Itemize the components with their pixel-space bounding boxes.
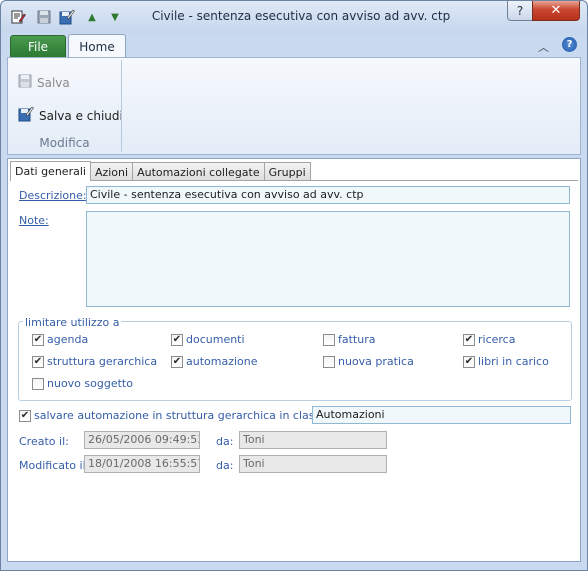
checkbox-nuova-pratica[interactable]: nuova pratica <box>323 355 414 368</box>
minimize-ribbon-icon[interactable]: ︿ <box>538 39 549 55</box>
save-and-close-button-label: Salva e chiudi <box>39 108 123 123</box>
created-date-field: 26/05/2006 09:49:53 <box>84 431 200 449</box>
created-by-label: da: <box>216 435 234 448</box>
window-title: Civile - sentenza esecutiva con avviso a… <box>151 9 451 23</box>
checkbox-libri-in-carico[interactable]: ✔ libri in carico <box>463 355 549 368</box>
save-and-close-button[interactable]: Salva e chiudi <box>18 106 123 125</box>
checkbox-documenti-box[interactable]: ✔ <box>171 333 183 346</box>
save-button-label: Salva <box>37 75 70 90</box>
ribbon-group-separator <box>121 60 122 152</box>
checkbox-struttura-gerarchica-box[interactable]: ✔ <box>32 355 44 368</box>
checkbox-ricerca-label: ricerca <box>478 333 516 346</box>
tab-dati-generali[interactable]: Dati generali <box>10 161 91 181</box>
ribbon-panel: Salva Salva e chiudi Modifica <box>7 57 581 155</box>
save-button-icon <box>18 74 32 91</box>
checkbox-libri-in-carico-box[interactable]: ✔ <box>463 355 475 368</box>
modified-label: Modificato il: <box>19 459 90 472</box>
checkbox-ricerca[interactable]: ✔ ricerca <box>463 333 515 346</box>
home-tab[interactable]: Home <box>68 34 126 58</box>
checkbox-save-in-class-label: salvare automazione in struttura gerarch… <box>34 409 331 422</box>
tab-divider <box>10 180 578 181</box>
checkbox-struttura-gerarchica-label: struttura gerarchica <box>47 355 158 368</box>
tab-azioni[interactable]: Azioni <box>89 162 134 181</box>
modified-date-field: 18/01/2008 16:55:57 <box>84 455 200 473</box>
checkbox-libri-in-carico-label: libri in carico <box>478 355 549 368</box>
modified-by-field: Toni <box>239 455 387 473</box>
ribbon-help-icon[interactable]: ? <box>562 37 577 52</box>
file-tab[interactable]: File <box>10 35 66 57</box>
checkbox-fattura[interactable]: fattura <box>323 333 375 346</box>
tab-automazioni-collegate[interactable]: Automazioni collegate <box>132 162 265 181</box>
checkbox-fattura-label: fattura <box>338 333 376 346</box>
close-button[interactable]: ✕ <box>532 1 580 21</box>
note-label: Note: <box>19 214 49 227</box>
checkbox-nuovo-soggetto-label: nuovo soggetto <box>47 377 133 390</box>
checkbox-nuovo-soggetto[interactable]: nuovo soggetto <box>32 377 133 390</box>
help-button[interactable]: ? <box>507 1 533 21</box>
checkbox-ricerca-box[interactable]: ✔ <box>463 333 475 346</box>
checkbox-save-in-class[interactable]: ✔ salvare automazione in struttura gerar… <box>19 409 331 422</box>
save-icon[interactable] <box>35 8 53 26</box>
checkbox-automazione-label: automazione <box>186 355 258 368</box>
checkbox-nuova-pratica-box[interactable] <box>323 355 335 368</box>
app-edit-icon[interactable] <box>9 8 27 26</box>
checkbox-nuova-pratica-label: nuova pratica <box>338 355 414 368</box>
descrizione-input[interactable]: Civile - sentenza esecutiva con avviso a… <box>86 186 570 204</box>
checkbox-agenda-box[interactable]: ✔ <box>32 333 44 346</box>
save-and-close-icon[interactable] <box>58 8 76 26</box>
limit-usage-legend: limitare utilizzo a <box>23 316 122 329</box>
created-by-field: Toni <box>239 431 387 449</box>
class-input[interactable]: Automazioni <box>312 406 571 424</box>
ribbon-tab-row: File Home ︿ ? <box>1 33 587 58</box>
form-panel: Dati generali Azioni Automazioni collega… <box>7 158 581 562</box>
checkbox-agenda[interactable]: ✔ agenda <box>32 333 88 346</box>
save-and-close-button-icon <box>18 106 34 125</box>
move-up-icon[interactable]: ▲ <box>83 8 101 26</box>
title-bar: ▲ ▼ Civile - sentenza esecutiva con avvi… <box>1 1 587 33</box>
checkbox-automazione-box[interactable]: ✔ <box>171 355 183 368</box>
checkbox-struttura-gerarchica[interactable]: ✔ struttura gerarchica <box>32 355 157 368</box>
checkbox-agenda-label: agenda <box>47 333 89 346</box>
checkbox-documenti[interactable]: ✔ documenti <box>171 333 245 346</box>
tab-strip: Dati generali Azioni Automazioni collega… <box>10 161 311 181</box>
app-window: ▲ ▼ Civile - sentenza esecutiva con avvi… <box>0 0 588 571</box>
note-textarea[interactable] <box>86 211 570 307</box>
tab-gruppi[interactable]: Gruppi <box>263 162 311 181</box>
checkbox-fattura-box[interactable] <box>323 333 335 346</box>
ribbon-group-label: Modifica <box>39 136 90 150</box>
checkbox-save-in-class-box[interactable]: ✔ <box>19 409 31 422</box>
checkbox-automazione[interactable]: ✔ automazione <box>171 355 258 368</box>
created-label: Creato il: <box>19 435 69 448</box>
modified-by-label: da: <box>216 459 234 472</box>
save-button[interactable]: Salva <box>18 74 70 91</box>
descrizione-label: Descrizione: <box>19 189 87 202</box>
checkbox-nuovo-soggetto-box[interactable] <box>32 377 44 390</box>
checkbox-documenti-label: documenti <box>186 333 245 346</box>
